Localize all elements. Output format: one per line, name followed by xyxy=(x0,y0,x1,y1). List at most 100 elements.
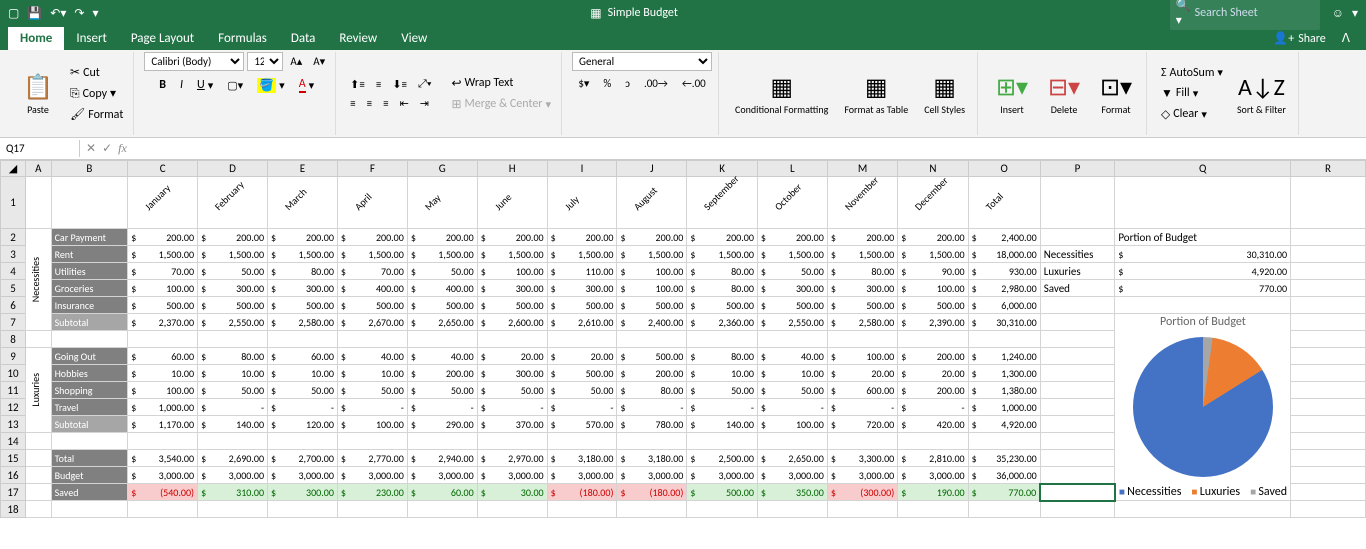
number-format-select[interactable]: General xyxy=(572,52,712,71)
font-name-select[interactable]: Calibri (Body) xyxy=(144,52,244,71)
row-header-14[interactable]: 14 xyxy=(1,433,26,450)
month-header[interactable]: September xyxy=(687,177,758,229)
tab-formulas[interactable]: Formulas xyxy=(206,27,279,50)
category-luxuries[interactable]: Luxuries xyxy=(26,348,52,433)
grow-font-button[interactable]: A▴ xyxy=(286,52,306,71)
confirm-formula-icon[interactable]: ✓ xyxy=(102,141,112,156)
align-middle-button[interactable]: ≡ xyxy=(372,75,385,93)
month-header[interactable]: May xyxy=(407,177,477,229)
accounting-button[interactable]: $▾ xyxy=(574,75,593,92)
col-header-E[interactable]: E xyxy=(268,161,338,177)
font-size-select[interactable]: 12 xyxy=(247,52,283,71)
col-header-C[interactable]: C xyxy=(128,161,198,177)
month-header[interactable]: October xyxy=(757,177,827,229)
fill-button[interactable]: ▼Fill▾ xyxy=(1157,84,1227,103)
underline-button[interactable]: U▾ xyxy=(193,76,217,94)
row-header-2[interactable]: 2 xyxy=(1,229,26,246)
col-header-L[interactable]: L xyxy=(757,161,827,177)
decrease-decimal-button[interactable]: ←.00 xyxy=(678,75,710,92)
row-header-10[interactable]: 10 xyxy=(1,365,26,382)
row-header-17[interactable]: 17 xyxy=(1,484,26,501)
fill-color-button[interactable]: 🪣▾ xyxy=(253,76,288,95)
share-button[interactable]: 👤+Share xyxy=(1265,27,1333,50)
portion-nec-val[interactable]: 30,310.00 xyxy=(1115,246,1291,263)
redo-icon[interactable]: ↷ xyxy=(74,6,84,21)
tab-page-layout[interactable]: Page Layout xyxy=(119,27,206,50)
format-cells-button[interactable]: ⊡▾Format xyxy=(1092,71,1140,117)
portion-lux-label[interactable]: Luxuries xyxy=(1040,263,1115,280)
name-box[interactable]: Q17 xyxy=(0,140,80,157)
row-header-9[interactable]: 9 xyxy=(1,348,26,365)
row-header-13[interactable]: 13 xyxy=(1,416,26,433)
month-header[interactable]: June xyxy=(477,177,547,229)
shrink-font-button[interactable]: A▾ xyxy=(309,52,329,71)
font-color-button[interactable]: A▾ xyxy=(295,75,318,95)
row-header-5[interactable]: 5 xyxy=(1,280,26,297)
month-header[interactable]: December xyxy=(898,177,968,229)
fullscreen-icon[interactable]: ▢ xyxy=(8,6,19,21)
align-left-button[interactable]: ≡ xyxy=(346,95,359,112)
row-label-car[interactable]: Car Payment xyxy=(51,229,128,246)
sort-filter-button[interactable]: A↓ZSort & Filter xyxy=(1231,71,1292,117)
month-header[interactable]: July xyxy=(547,177,617,229)
format-as-table-button[interactable]: ▦Format as Table xyxy=(838,71,914,117)
select-all-corner[interactable]: ◢ xyxy=(1,161,26,177)
tab-insert[interactable]: Insert xyxy=(64,27,119,50)
col-header-O[interactable]: O xyxy=(968,161,1040,177)
tab-view[interactable]: View xyxy=(389,27,439,50)
month-header[interactable]: February xyxy=(198,177,268,229)
italic-button[interactable]: I xyxy=(176,76,187,94)
align-bottom-button[interactable]: ⬇≡ xyxy=(388,75,411,93)
fx-icon[interactable]: fx xyxy=(118,141,127,156)
row-header-6[interactable]: 6 xyxy=(1,297,26,314)
month-header[interactable]: March xyxy=(268,177,338,229)
portion-lux-val[interactable]: 4,920.00 xyxy=(1115,263,1291,280)
col-header-B[interactable]: B xyxy=(51,161,128,177)
col-header-J[interactable]: J xyxy=(617,161,687,177)
row-header-4[interactable]: 4 xyxy=(1,263,26,280)
insert-cells-button[interactable]: ⊞▾Insert xyxy=(988,71,1036,117)
row-header-15[interactable]: 15 xyxy=(1,450,26,467)
increase-indent-button[interactable]: ⇥ xyxy=(416,95,433,112)
col-header-R[interactable]: R xyxy=(1291,161,1366,177)
cut-button[interactable]: ✂Cut xyxy=(66,63,127,82)
paste-button[interactable]: 📋Paste xyxy=(14,71,62,117)
decrease-indent-button[interactable]: ⇤ xyxy=(396,95,413,112)
align-center-button[interactable]: ≡ xyxy=(363,95,376,112)
row-header-8[interactable]: 8 xyxy=(1,331,26,348)
border-button[interactable]: ▢▾ xyxy=(223,77,247,94)
row-header-18[interactable]: 18 xyxy=(1,501,26,518)
col-header-D[interactable]: D xyxy=(198,161,268,177)
formula-bar[interactable] xyxy=(133,142,1366,156)
smiley-icon[interactable]: ☺ xyxy=(1332,6,1344,21)
delete-cells-button[interactable]: ⊟▾Delete xyxy=(1040,71,1088,117)
portion-sav-label[interactable]: Saved xyxy=(1040,280,1115,297)
portion-sav-val[interactable]: 770.00 xyxy=(1115,280,1291,297)
search-input[interactable] xyxy=(1195,6,1315,20)
row-header-11[interactable]: 11 xyxy=(1,382,26,399)
row-header-7[interactable]: 7 xyxy=(1,314,26,331)
col-header-Q[interactable]: Q xyxy=(1115,161,1291,177)
row-header-12[interactable]: 12 xyxy=(1,399,26,416)
row-header-3[interactable]: 3 xyxy=(1,246,26,263)
clear-button[interactable]: ◇Clear▾ xyxy=(1157,105,1227,124)
portion-title[interactable]: Portion of Budget xyxy=(1115,229,1291,246)
increase-decimal-button[interactable]: .00→ xyxy=(640,75,672,92)
month-header[interactable]: January xyxy=(128,177,198,229)
percent-button[interactable]: % xyxy=(599,75,615,92)
comma-button[interactable]: ↄ xyxy=(621,75,634,92)
copy-button[interactable]: ⎘Copy▾ xyxy=(66,84,127,103)
orientation-button[interactable]: ⤢▾ xyxy=(414,75,435,93)
row-header-16[interactable]: 16 xyxy=(1,467,26,484)
align-right-button[interactable]: ≡ xyxy=(379,95,392,112)
dropdown-icon[interactable]: ▾ xyxy=(1352,6,1358,21)
align-top-button[interactable]: ⬆≡ xyxy=(346,75,369,93)
tab-home[interactable]: Home xyxy=(8,27,64,50)
autosum-button[interactable]: ΣAutoSum▾ xyxy=(1157,64,1227,82)
merge-center-button[interactable]: ⊞Merge & Center▾ xyxy=(447,95,555,114)
row-header-1[interactable]: 1 xyxy=(1,177,26,229)
col-header-G[interactable]: G xyxy=(407,161,477,177)
category-necessities[interactable]: Necessities xyxy=(26,229,52,331)
month-header[interactable]: April xyxy=(337,177,407,229)
conditional-formatting-button[interactable]: ▦Conditional Formatting xyxy=(729,71,834,117)
